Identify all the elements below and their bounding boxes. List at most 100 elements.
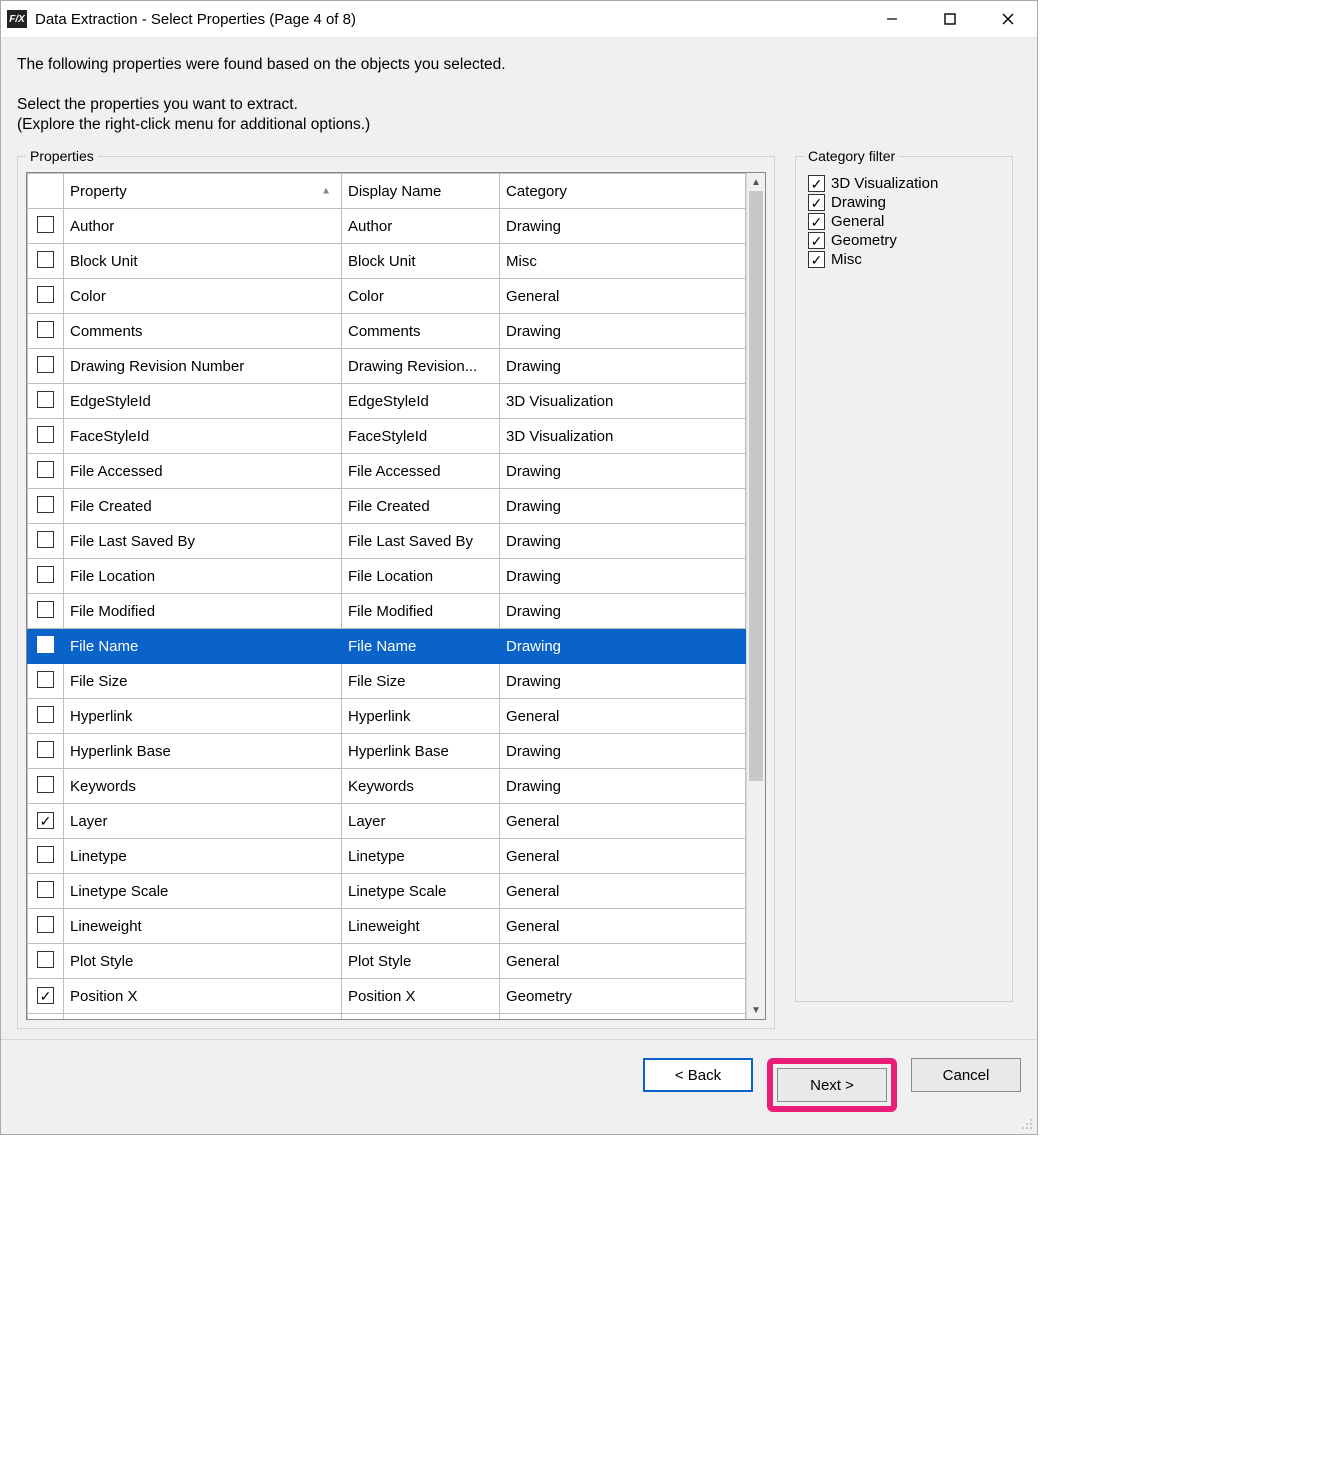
table-row[interactable]: EdgeStyleIdEdgeStyleId3D Visualization: [28, 384, 746, 419]
table-row[interactable]: File NameFile NameDrawing: [28, 629, 746, 664]
cancel-button[interactable]: Cancel: [911, 1058, 1021, 1092]
row-checkbox-cell[interactable]: [28, 699, 64, 734]
row-checkbox[interactable]: [37, 812, 54, 829]
row-checkbox[interactable]: [37, 776, 54, 793]
next-button[interactable]: Next >: [777, 1068, 887, 1102]
row-checkbox[interactable]: [37, 426, 54, 443]
category-filter-checkbox[interactable]: [808, 175, 825, 192]
table-row[interactable]: Position XPosition XGeometry: [28, 979, 746, 1014]
row-checkbox-cell[interactable]: [28, 769, 64, 804]
table-row[interactable]: CommentsCommentsDrawing: [28, 314, 746, 349]
row-checkbox-cell[interactable]: [28, 594, 64, 629]
row-checkbox[interactable]: [37, 881, 54, 898]
row-checkbox-cell[interactable]: [28, 279, 64, 314]
vertical-scrollbar[interactable]: ▲ ▼: [746, 173, 765, 1019]
properties-legend: Properties: [26, 148, 98, 164]
row-checkbox-cell[interactable]: [28, 944, 64, 979]
column-header-category[interactable]: Category: [500, 174, 746, 209]
column-header-property[interactable]: Property ▲: [64, 174, 342, 209]
table-row[interactable]: HyperlinkHyperlinkGeneral: [28, 699, 746, 734]
row-checkbox[interactable]: [37, 216, 54, 233]
row-checkbox[interactable]: [37, 601, 54, 618]
table-row[interactable]: LayerLayerGeneral: [28, 804, 746, 839]
row-checkbox[interactable]: [37, 741, 54, 758]
table-row[interactable]: KeywordsKeywordsDrawing: [28, 769, 746, 804]
row-checkbox[interactable]: [37, 636, 54, 653]
back-button[interactable]: < Back: [643, 1058, 753, 1092]
column-header-display-name[interactable]: Display Name: [342, 174, 500, 209]
row-checkbox[interactable]: [37, 706, 54, 723]
category-filter-item[interactable]: Misc: [808, 250, 1000, 269]
row-checkbox[interactable]: [37, 566, 54, 583]
table-row[interactable]: LineweightLineweightGeneral: [28, 909, 746, 944]
table-row[interactable]: File LocationFile LocationDrawing: [28, 559, 746, 594]
column-header-checkbox[interactable]: [28, 174, 64, 209]
row-checkbox-cell[interactable]: [28, 314, 64, 349]
row-checkbox-cell[interactable]: [28, 384, 64, 419]
resize-grip-icon[interactable]: [1019, 1116, 1033, 1130]
table-row[interactable]: Linetype ScaleLinetype ScaleGeneral: [28, 874, 746, 909]
category-filter-item[interactable]: Geometry: [808, 231, 1000, 250]
row-checkbox[interactable]: [37, 251, 54, 268]
row-checkbox[interactable]: [37, 286, 54, 303]
row-checkbox[interactable]: [37, 356, 54, 373]
row-checkbox-cell[interactable]: [28, 454, 64, 489]
row-checkbox[interactable]: [37, 496, 54, 513]
minimize-button[interactable]: [863, 1, 921, 37]
row-checkbox-cell[interactable]: [28, 664, 64, 699]
row-checkbox[interactable]: [37, 846, 54, 863]
table-row[interactable]: Position YPosition YGeometry: [28, 1014, 746, 1020]
row-checkbox[interactable]: [37, 951, 54, 968]
table-row[interactable]: Hyperlink BaseHyperlink BaseDrawing: [28, 734, 746, 769]
category-filter-checkbox[interactable]: [808, 213, 825, 230]
row-checkbox-cell[interactable]: [28, 209, 64, 244]
cell-property: EdgeStyleId: [64, 384, 342, 419]
category-filter-checkbox[interactable]: [808, 232, 825, 249]
scrollbar-thumb[interactable]: [749, 191, 763, 781]
row-checkbox-cell[interactable]: [28, 874, 64, 909]
scroll-down-arrow-icon[interactable]: ▼: [747, 1001, 765, 1019]
scroll-up-arrow-icon[interactable]: ▲: [747, 173, 765, 191]
table-row[interactable]: Plot StylePlot StyleGeneral: [28, 944, 746, 979]
table-row[interactable]: Block UnitBlock UnitMisc: [28, 244, 746, 279]
row-checkbox[interactable]: [37, 461, 54, 478]
category-filter-checkbox[interactable]: [808, 194, 825, 211]
row-checkbox-cell[interactable]: [28, 734, 64, 769]
table-row[interactable]: File CreatedFile CreatedDrawing: [28, 489, 746, 524]
properties-grid[interactable]: Property ▲ Display Name Category AuthorA…: [26, 172, 766, 1020]
table-row[interactable]: AuthorAuthorDrawing: [28, 209, 746, 244]
row-checkbox[interactable]: [37, 987, 54, 1004]
table-row[interactable]: ColorColorGeneral: [28, 279, 746, 314]
row-checkbox[interactable]: [37, 391, 54, 408]
category-filter-item[interactable]: 3D Visualization: [808, 174, 1000, 193]
row-checkbox-cell[interactable]: [28, 629, 64, 664]
row-checkbox-cell[interactable]: [28, 489, 64, 524]
maximize-button[interactable]: [921, 1, 979, 37]
row-checkbox[interactable]: [37, 671, 54, 688]
row-checkbox[interactable]: [37, 321, 54, 338]
table-row[interactable]: LinetypeLinetypeGeneral: [28, 839, 746, 874]
table-row[interactable]: File AccessedFile AccessedDrawing: [28, 454, 746, 489]
row-checkbox-cell[interactable]: [28, 1014, 64, 1020]
row-checkbox[interactable]: [37, 531, 54, 548]
category-filter-checkbox[interactable]: [808, 251, 825, 268]
row-checkbox-cell[interactable]: [28, 909, 64, 944]
row-checkbox-cell[interactable]: [28, 979, 64, 1014]
table-row[interactable]: Drawing Revision NumberDrawing Revision.…: [28, 349, 746, 384]
row-checkbox-cell[interactable]: [28, 524, 64, 559]
cell-display-name: Keywords: [342, 769, 500, 804]
table-row[interactable]: FaceStyleIdFaceStyleId3D Visualization: [28, 419, 746, 454]
category-filter-item[interactable]: Drawing: [808, 193, 1000, 212]
row-checkbox-cell[interactable]: [28, 349, 64, 384]
table-row[interactable]: File SizeFile SizeDrawing: [28, 664, 746, 699]
row-checkbox-cell[interactable]: [28, 804, 64, 839]
category-filter-item[interactable]: General: [808, 212, 1000, 231]
row-checkbox-cell[interactable]: [28, 839, 64, 874]
row-checkbox-cell[interactable]: [28, 559, 64, 594]
row-checkbox-cell[interactable]: [28, 419, 64, 454]
row-checkbox[interactable]: [37, 916, 54, 933]
table-row[interactable]: File Last Saved ByFile Last Saved ByDraw…: [28, 524, 746, 559]
table-row[interactable]: File ModifiedFile ModifiedDrawing: [28, 594, 746, 629]
row-checkbox-cell[interactable]: [28, 244, 64, 279]
close-button[interactable]: [979, 1, 1037, 37]
